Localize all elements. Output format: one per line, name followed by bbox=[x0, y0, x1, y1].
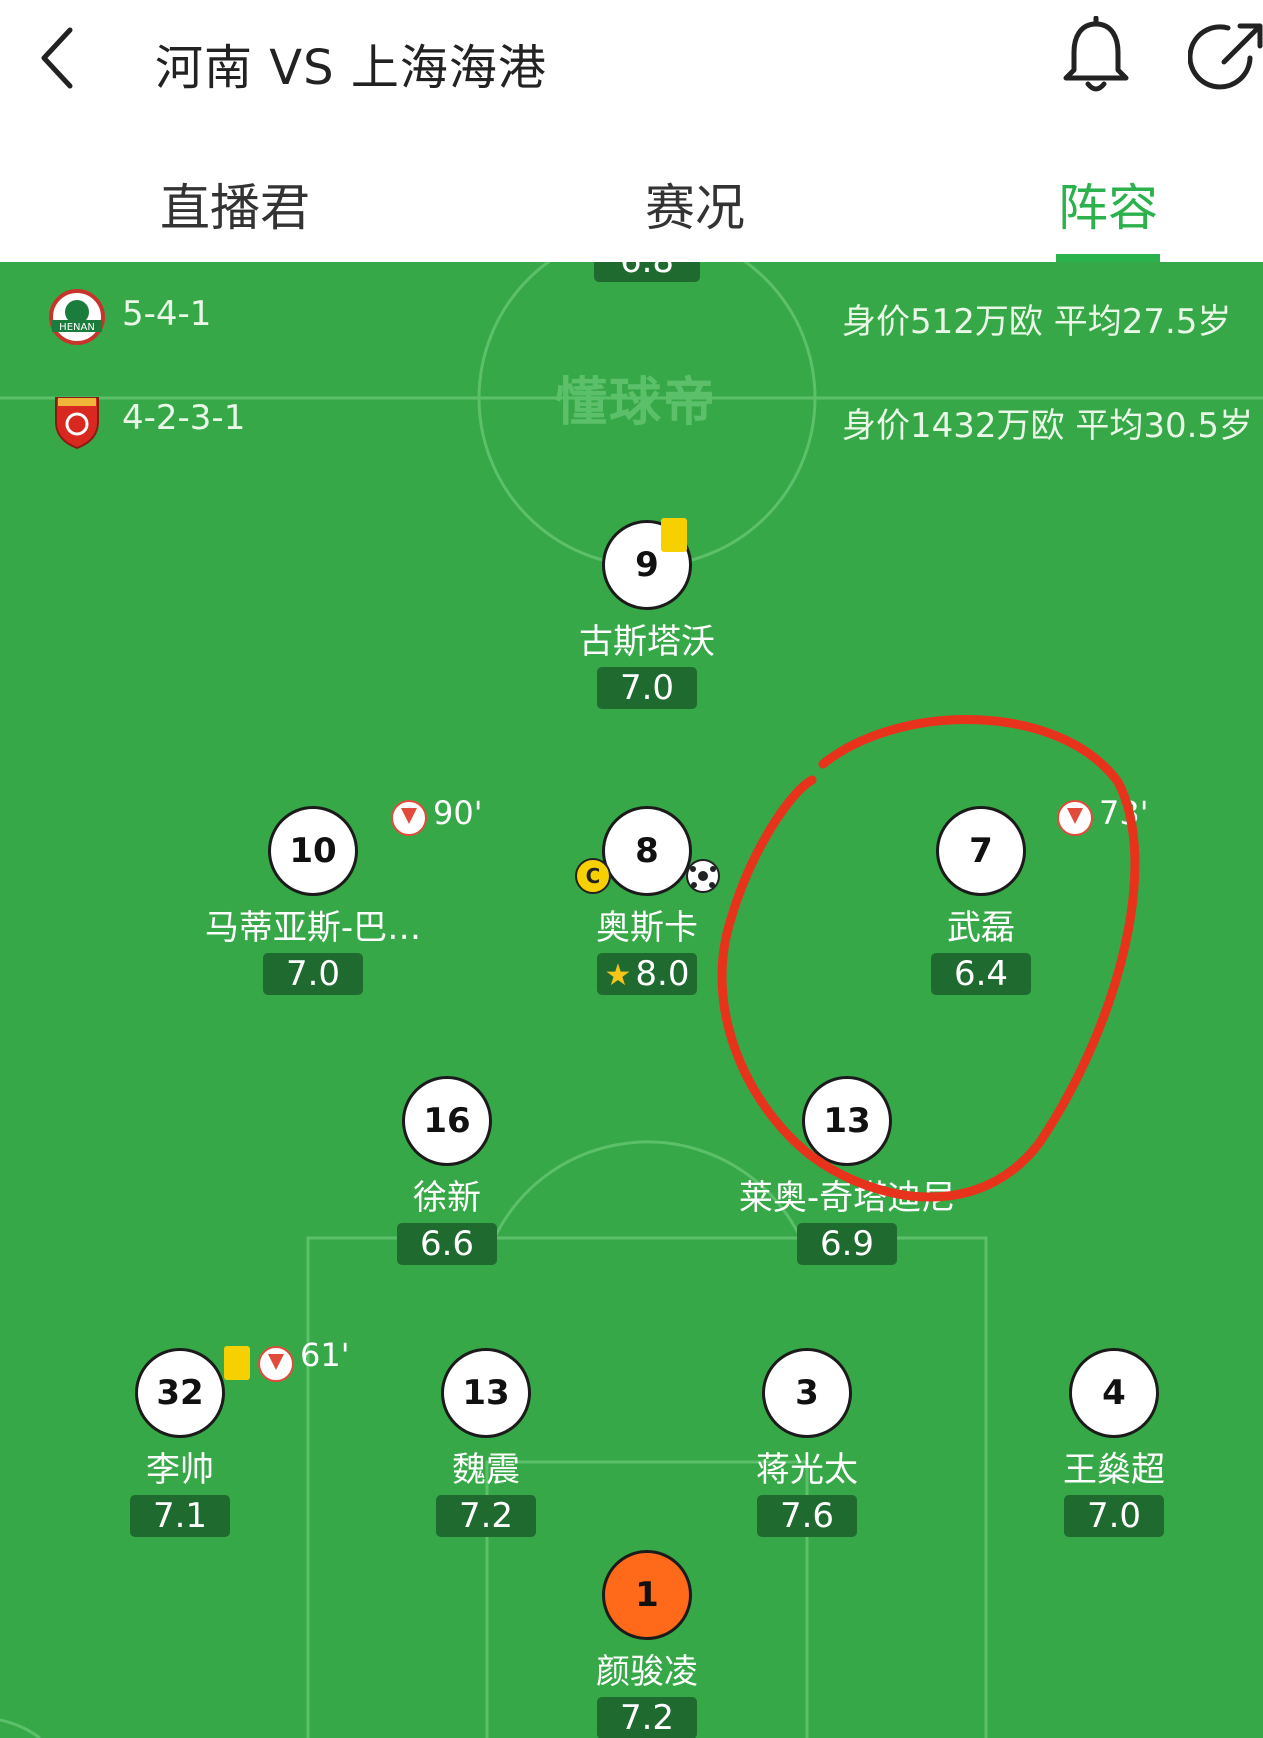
partial-rating: 6.8 bbox=[594, 262, 700, 282]
sub-out-time: 90' bbox=[433, 794, 483, 832]
player-card[interactable]: 7 武磊 6.4 73' bbox=[851, 794, 1149, 995]
player-number: 3 bbox=[762, 1348, 852, 1438]
player-number: 1 bbox=[602, 1550, 692, 1640]
back-icon[interactable] bbox=[36, 22, 80, 94]
sub-out-icon bbox=[391, 800, 427, 836]
player-name: 魏震 bbox=[452, 1450, 520, 1490]
team-value: 身价512万欧 平均27.5岁 bbox=[842, 302, 1232, 342]
sub-out-icon bbox=[258, 1346, 294, 1382]
player-rating: 7.2 bbox=[597, 1697, 697, 1738]
player-card[interactable]: 13 魏震 7.2 bbox=[356, 1348, 616, 1537]
player-card[interactable]: 3 蒋光太 7.6 bbox=[677, 1348, 937, 1537]
player-number: 13 bbox=[441, 1348, 531, 1438]
bell-icon[interactable] bbox=[1060, 16, 1132, 96]
sub-out-time: 61' bbox=[300, 1336, 350, 1374]
player-number: 16 bbox=[402, 1076, 492, 1166]
player-number: 13 bbox=[802, 1076, 892, 1166]
team-formation: 4-2-3-1 bbox=[122, 398, 246, 438]
tab-bar: 直播君 赛况 阵容 bbox=[0, 120, 1263, 262]
player-rating: 7.0 bbox=[263, 953, 363, 995]
player-rating: 7.6 bbox=[757, 1495, 857, 1537]
player-card[interactable]: 8 奥斯卡 ★ 8.0 C bbox=[517, 806, 777, 995]
player-card[interactable]: 13 莱奥-奇塔迪尼 6.9 bbox=[717, 1076, 977, 1265]
team-row-shanghai: 4-2-3-1 身价1432万欧 平均30.5岁 bbox=[0, 392, 1263, 452]
lineup-pitch: 6.8 懂球帝 HENAN 5-4-1 身价512万欧 平均27.5岁 4-2-… bbox=[0, 262, 1263, 1738]
tab-live[interactable]: 直播君 bbox=[160, 168, 310, 240]
player-name: 奥斯卡 bbox=[596, 908, 698, 948]
yellow-card-icon bbox=[224, 1346, 250, 1380]
player-rating: 6.4 bbox=[931, 953, 1031, 995]
player-name: 蒋光太 bbox=[756, 1450, 858, 1490]
player-number: 8 bbox=[602, 806, 692, 896]
player-number: 10 bbox=[268, 806, 358, 896]
player-rating: ★ 8.0 bbox=[597, 953, 697, 995]
player-card[interactable]: 10 马蒂亚斯-巴… 7.0 90' bbox=[183, 794, 483, 995]
player-number: 32 bbox=[135, 1348, 225, 1438]
player-name: 武磊 bbox=[947, 908, 1015, 948]
player-rating: 7.2 bbox=[436, 1495, 536, 1537]
player-number: 7 bbox=[936, 806, 1026, 896]
henan-logo-text: HENAN bbox=[59, 322, 95, 333]
team-value: 身价1432万欧 平均30.5岁 bbox=[842, 406, 1254, 446]
captain-badge: C bbox=[575, 858, 611, 894]
player-card[interactable]: 9 古斯塔沃 7.0 bbox=[517, 518, 777, 709]
player-rating: 6.6 bbox=[397, 1223, 497, 1265]
player-number: 4 bbox=[1069, 1348, 1159, 1438]
player-name: 李帅 bbox=[146, 1450, 214, 1490]
player-name: 颜骏凌 bbox=[596, 1652, 698, 1692]
player-name: 王燊超 bbox=[1063, 1450, 1165, 1490]
player-rating: 7.0 bbox=[597, 667, 697, 709]
sub-out-time: 73' bbox=[1099, 794, 1149, 832]
player-rating: 7.0 bbox=[1064, 1495, 1164, 1537]
team-row-henan: HENAN 5-4-1 身价512万欧 平均27.5岁 bbox=[0, 288, 1263, 348]
player-rating: 6.9 bbox=[797, 1223, 897, 1265]
player-name: 古斯塔沃 bbox=[579, 622, 715, 662]
share-icon[interactable] bbox=[1188, 18, 1263, 96]
player-name: 马蒂亚斯-巴… bbox=[204, 908, 422, 948]
shanghai-port-logo-icon bbox=[55, 397, 99, 450]
henan-logo-icon: HENAN bbox=[49, 289, 105, 345]
player-card[interactable]: 1 颜骏凌 7.2 bbox=[517, 1550, 777, 1738]
player-name: 徐新 bbox=[413, 1178, 481, 1218]
yellow-card-icon bbox=[661, 518, 687, 552]
sub-out-icon bbox=[1057, 800, 1093, 836]
top-bar: 河南 VS 上海海港 bbox=[0, 0, 1263, 120]
goal-ball-icon bbox=[686, 859, 720, 893]
player-rating: 7.1 bbox=[130, 1495, 230, 1537]
player-rating-value: 8.0 bbox=[635, 954, 690, 994]
player-card[interactable]: 4 王燊超 7.0 bbox=[984, 1348, 1244, 1537]
player-name: 莱奥-奇塔迪尼 bbox=[738, 1178, 956, 1218]
star-icon: ★ bbox=[604, 958, 632, 993]
page-title: 河南 VS 上海海港 bbox=[155, 40, 547, 96]
player-card[interactable]: 16 徐新 6.6 bbox=[317, 1076, 577, 1265]
player-card[interactable]: 32 李帅 7.1 61' bbox=[50, 1336, 350, 1537]
tab-match-status[interactable]: 赛况 bbox=[645, 168, 745, 240]
tab-lineup[interactable]: 阵容 bbox=[1058, 168, 1158, 240]
active-tab-indicator bbox=[1056, 254, 1160, 262]
team-formation: 5-4-1 bbox=[122, 294, 212, 334]
